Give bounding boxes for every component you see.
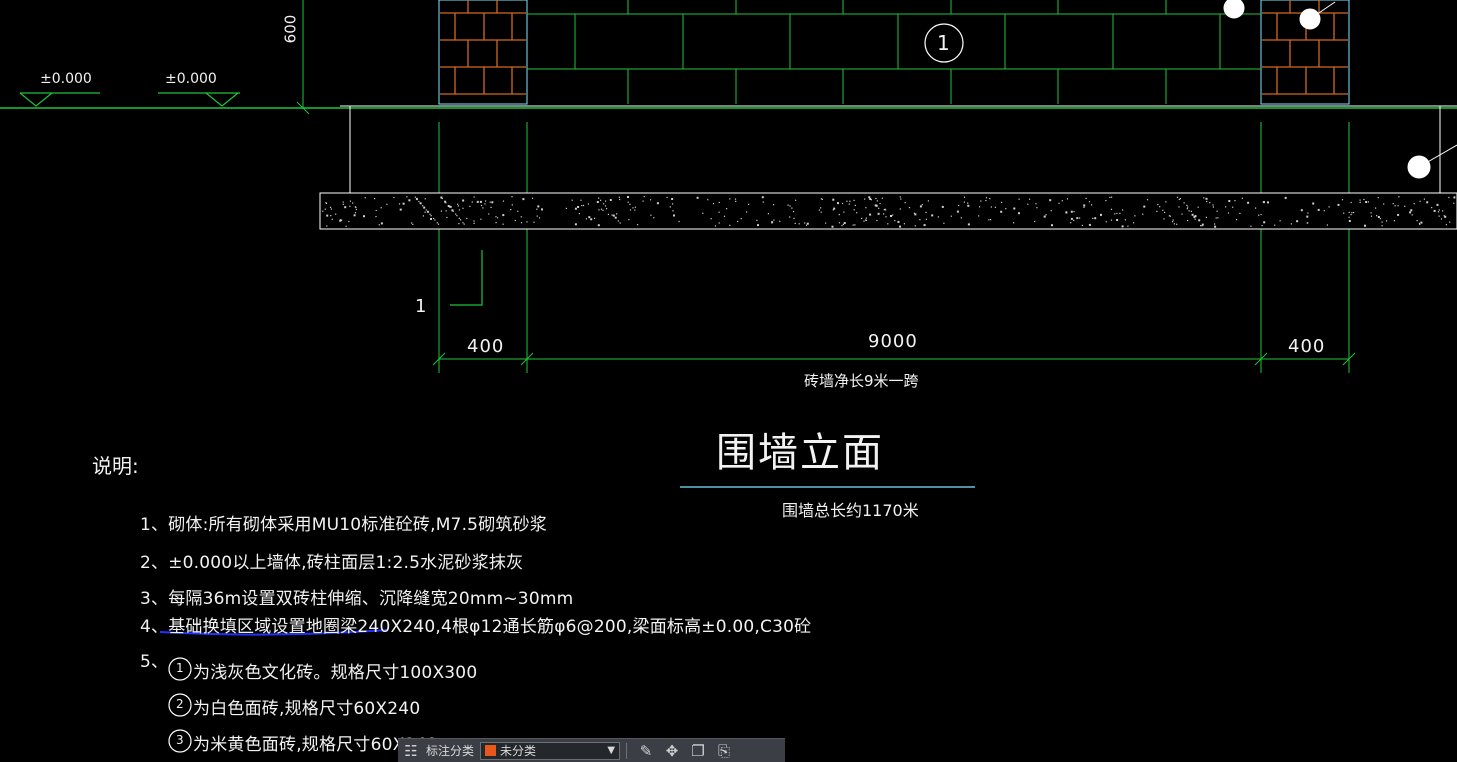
material-bubble-label: 1	[937, 31, 950, 55]
concrete-foundation	[319, 192, 1457, 230]
category-select[interactable]: 未分类 ▼	[480, 741, 621, 760]
sub-item-num-3: 3	[176, 733, 184, 747]
notes-header: 说明:	[92, 454, 139, 478]
note-item-1: 1、砌体:所有砌体采用MU10标准砼砖,M7.5砌筑砂浆	[140, 515, 547, 535]
move-icon[interactable]: ✥	[659, 740, 685, 762]
dim-span: 9000	[868, 331, 918, 352]
note-item-5: 5、	[140, 652, 169, 672]
category-label: 标注分类	[426, 744, 475, 758]
annotation-toolbar: ☷ 标注分类 未分类 ▼ ✎ ✥ ❐ ⎘	[398, 738, 785, 762]
category-select-value: 未分类	[500, 744, 537, 758]
note-item-4: 4、基础换填区域设置地圈梁240X240,4根φ12通长筋φ6@200,梁面标高…	[140, 617, 812, 637]
span-note: 砖墙净长9米一跨	[804, 372, 919, 390]
cad-drawing-canvas[interactable]	[0, 0, 1457, 761]
dim-left: 400	[467, 336, 505, 357]
leader-dots	[1223, 0, 1457, 179]
height-dim-label: 600	[281, 14, 300, 44]
section-mark	[450, 250, 483, 306]
edit-icon[interactable]: ✎	[633, 740, 659, 762]
sub-item-num-1: 1	[176, 661, 184, 675]
toolbar-divider	[626, 742, 628, 759]
level-marker-mid	[158, 92, 240, 107]
dim-right: 400	[1288, 336, 1326, 357]
category-grid-icon[interactable]: ☷	[398, 740, 424, 762]
drawing-title: 围墙立面	[716, 430, 884, 476]
note-item-2: 2、±0.000以上墙体,砖柱面层1:2.5水泥砂浆抹灰	[140, 553, 524, 573]
sub-item-text-1: 为浅灰色文化砖。规格尺寸100X300	[193, 663, 478, 683]
level-label-mid: ±0.000	[165, 71, 217, 87]
sub-item-text-2: 为白色面砖,规格尺寸60X240	[193, 699, 421, 719]
wall-panel-grid	[527, 0, 1261, 104]
note-item-3: 3、每隔36m设置双砖柱伸缩、沉降缝宽20mm~30mm	[140, 589, 574, 609]
section-mark-label: 1	[415, 296, 427, 317]
level-marker-left	[19, 92, 100, 107]
left-brick-pillar	[438, 0, 528, 105]
copy-icon[interactable]: ❐	[685, 740, 711, 762]
category-color-swatch	[485, 745, 497, 756]
level-label-left: ±0.000	[40, 71, 92, 87]
drawing-subtitle: 围墙总长约1170米	[782, 501, 919, 520]
sub-item-num-2: 2	[176, 697, 184, 711]
dimension-line	[432, 352, 1356, 366]
chevron-down-icon: ▼	[607, 745, 616, 756]
paste-icon[interactable]: ⎘	[711, 740, 737, 762]
